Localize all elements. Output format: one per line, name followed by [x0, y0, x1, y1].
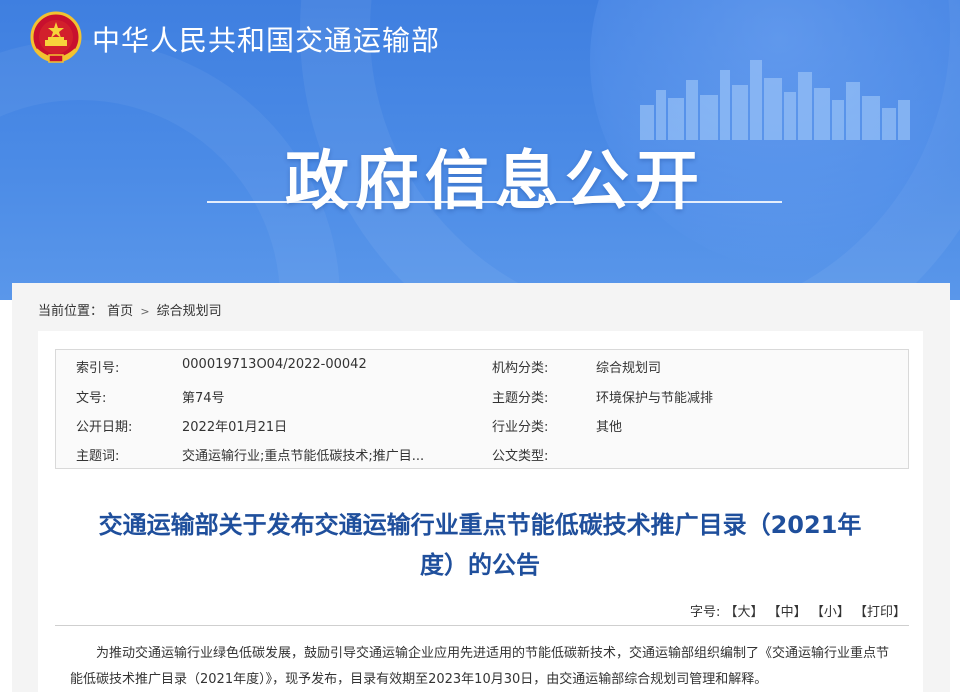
- meta-docnum-value: 第74号: [182, 391, 225, 406]
- meta-keywords-value: 交通运输行业;重点节能低碳技术;推广目...: [182, 449, 425, 464]
- ministry-name: 中华人民共和国交通运输部: [92, 24, 441, 57]
- font-size-controls: 字号: 【大】 【中】 【小】 【打印】: [690, 601, 906, 620]
- meta-index-label: 索引号:: [76, 361, 120, 376]
- meta-keywords-label: 主题词:: [76, 449, 120, 464]
- article-title: 交通运输部关于发布交通运输行业重点节能低碳技术推广目录（2021年 度）的公告: [60, 505, 900, 585]
- meta-agency-value: 综合规划司: [596, 361, 662, 376]
- article-title-line1: 交通运输部关于发布交通运输行业重点节能低碳技术推广目录（2021年: [98, 511, 862, 539]
- breadcrumb-current-link[interactable]: 综合规划司: [157, 304, 222, 319]
- meta-topic-label: 主题分类:: [492, 391, 549, 406]
- font-small-button[interactable]: 【小】: [811, 605, 850, 620]
- meta-index-value: 000019713O04/2022-00042: [182, 357, 367, 372]
- title-underline: [207, 201, 782, 203]
- article-title-line2: 度）的公告: [420, 551, 540, 579]
- breadcrumb-separator: >: [140, 305, 150, 318]
- meta-doctype-label: 公文类型:: [492, 449, 549, 464]
- font-large-button[interactable]: 【大】: [725, 605, 764, 620]
- font-size-label: 字号:: [689, 605, 721, 620]
- meta-agency-label: 机构分类:: [492, 361, 549, 376]
- print-button[interactable]: 【打印】: [854, 605, 906, 620]
- meta-date-value: 2022年01月21日: [182, 420, 288, 435]
- breadcrumb-label: 当前位置：: [38, 304, 104, 319]
- city-skyline-icon: [640, 60, 910, 140]
- metadata-table: 索引号: 000019713O04/2022-00042 机构分类: 综合规划司…: [55, 349, 909, 469]
- font-medium-button[interactable]: 【中】: [768, 605, 807, 620]
- content-divider: [55, 625, 909, 626]
- section-title: 政府信息公开: [285, 145, 705, 219]
- meta-date-label: 公开日期:: [76, 420, 133, 435]
- meta-docnum-label: 文号:: [76, 391, 107, 406]
- national-emblem-icon: [30, 11, 82, 63]
- article-body: 为推动交通运输行业绿色低碳发展，鼓励引导交通运输企业应用先进适用的节能低碳新技术…: [70, 646, 890, 687]
- breadcrumb: 当前位置： 首页 > 综合规划司: [38, 300, 222, 319]
- meta-industry-label: 行业分类:: [492, 420, 549, 435]
- meta-industry-value: 其他: [596, 420, 623, 435]
- meta-topic-value: 环境保护与节能减排: [596, 391, 714, 406]
- breadcrumb-home-link[interactable]: 首页: [107, 304, 133, 319]
- header-banner: 中华人民共和国交通运输部 政府信息公开: [0, 0, 960, 300]
